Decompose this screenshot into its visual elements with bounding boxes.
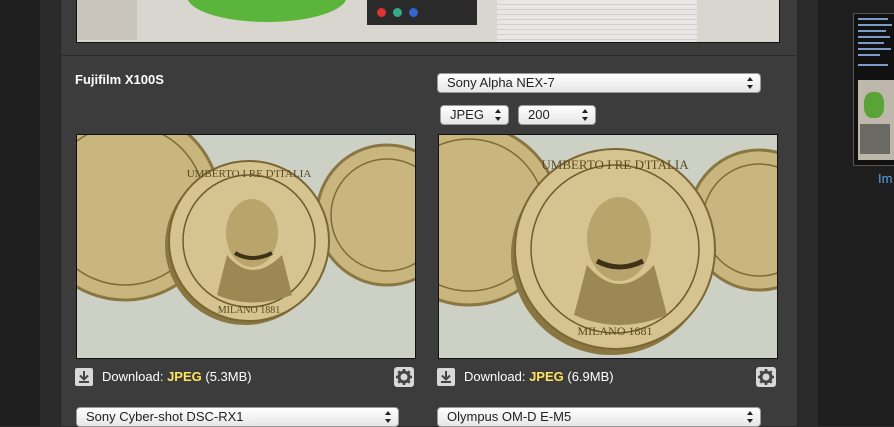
select-arrows-icon [385,411,392,423]
right-next-camera-select[interactable]: Olympus OM-D E-M5 [437,407,761,427]
svg-text:MILANO 1881: MILANO 1881 [218,305,281,316]
iso-select[interactable]: 200 [518,105,596,125]
right-download-format[interactable]: JPEG [529,369,564,384]
right-sample-image[interactable]: UMBERTO I RE D'ITALIA MILANO 1881 [438,134,778,359]
previous-sample-image [76,0,780,43]
svg-text:UMBERTO I RE D'ITALIA: UMBERTO I RE D'ITALIA [541,157,689,172]
coin-photo-right: UMBERTO I RE D'ITALIA MILANO 1881 [439,135,777,358]
left-download-format[interactable]: JPEG [167,369,202,384]
format-select[interactable]: JPEG [440,105,509,125]
right-camera-select[interactable]: Sony Alpha NEX-7 [437,73,761,93]
sidebar-link[interactable]: Im [878,171,892,186]
left-gutter [0,0,40,426]
right-download-link[interactable]: Download: JPEG (6.9MB) [464,369,614,384]
select-arrows-icon [747,77,754,89]
gear-icon[interactable] [394,367,414,387]
coin-photo-left: UMBERTO I RE D'ITALIA MILANO 1881 [77,135,415,358]
select-arrows-icon [582,109,589,121]
left-camera-title: Fujifilm X100S [75,72,164,87]
select-arrows-icon [747,411,754,423]
svg-text:MILANO 1881: MILANO 1881 [578,324,653,338]
left-next-camera-select[interactable]: Sony Cyber-shot DSC-RX1 [76,407,399,427]
section-divider [60,55,796,56]
download-icon[interactable] [437,368,455,386]
gear-icon[interactable] [756,367,776,387]
download-icon[interactable] [75,368,93,386]
left-sample-image[interactable]: UMBERTO I RE D'ITALIA MILANO 1881 [76,134,416,359]
svg-text:UMBERTO I RE D'ITALIA: UMBERTO I RE D'ITALIA [187,168,312,180]
sidebar-thumbnail[interactable] [853,13,894,166]
left-download-link[interactable]: Download: JPEG (5.3MB) [102,369,252,384]
select-arrows-icon [495,109,502,121]
